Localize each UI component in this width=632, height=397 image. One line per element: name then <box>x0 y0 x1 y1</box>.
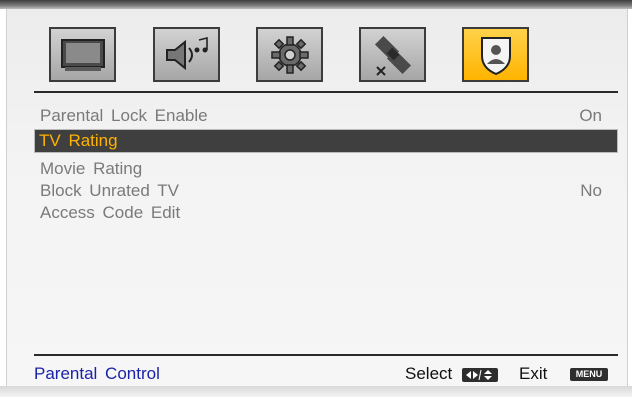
gear-icon <box>270 35 309 74</box>
tab-parental[interactable] <box>462 27 529 82</box>
tv-icon <box>60 38 105 71</box>
select-hint-label: Select <box>405 364 453 383</box>
menu-item-label: Parental Lock Enable <box>40 106 208 125</box>
header-divider <box>34 91 618 93</box>
menu-item-label: TV Rating <box>39 131 118 150</box>
menu-item-parental-lock-enable[interactable]: Parental Lock Enable On <box>40 105 618 127</box>
speaker-music-icon <box>165 36 208 70</box>
menu-item-tv-rating[interactable]: TV Rating <box>34 129 618 153</box>
osd-panel: Parental Lock Enable On TV Rating Movie … <box>6 9 628 386</box>
tab-channel[interactable] <box>359 27 426 82</box>
parental-shield-icon <box>480 36 511 75</box>
menu-item-block-unrated-tv[interactable]: Block Unrated TV No <box>40 180 618 202</box>
footer-divider <box>34 354 618 356</box>
menu-item-label: Access Code Edit <box>40 203 181 222</box>
menu-item-value: No <box>580 181 602 200</box>
bottom-frame-bar <box>0 386 632 397</box>
tab-setup[interactable] <box>256 27 323 82</box>
menu-item-access-code-edit[interactable]: Access Code Edit <box>40 202 618 224</box>
menu-item-movie-rating[interactable]: Movie Rating <box>40 158 618 180</box>
menu-item-value: On <box>579 106 602 125</box>
satellite-icon <box>374 35 411 76</box>
exit-hint-label: Exit <box>519 364 548 383</box>
menu-key-icon: MENU <box>570 368 608 381</box>
menu-item-label: Movie Rating <box>40 159 143 178</box>
menu-item-label: Block Unrated TV <box>40 181 179 200</box>
footer-title: Parental Control <box>34 364 160 383</box>
top-frame-bar <box>0 0 632 9</box>
tab-picture[interactable] <box>49 27 116 82</box>
tab-sound[interactable] <box>153 27 220 82</box>
navigation-arrows-icon <box>462 368 498 382</box>
